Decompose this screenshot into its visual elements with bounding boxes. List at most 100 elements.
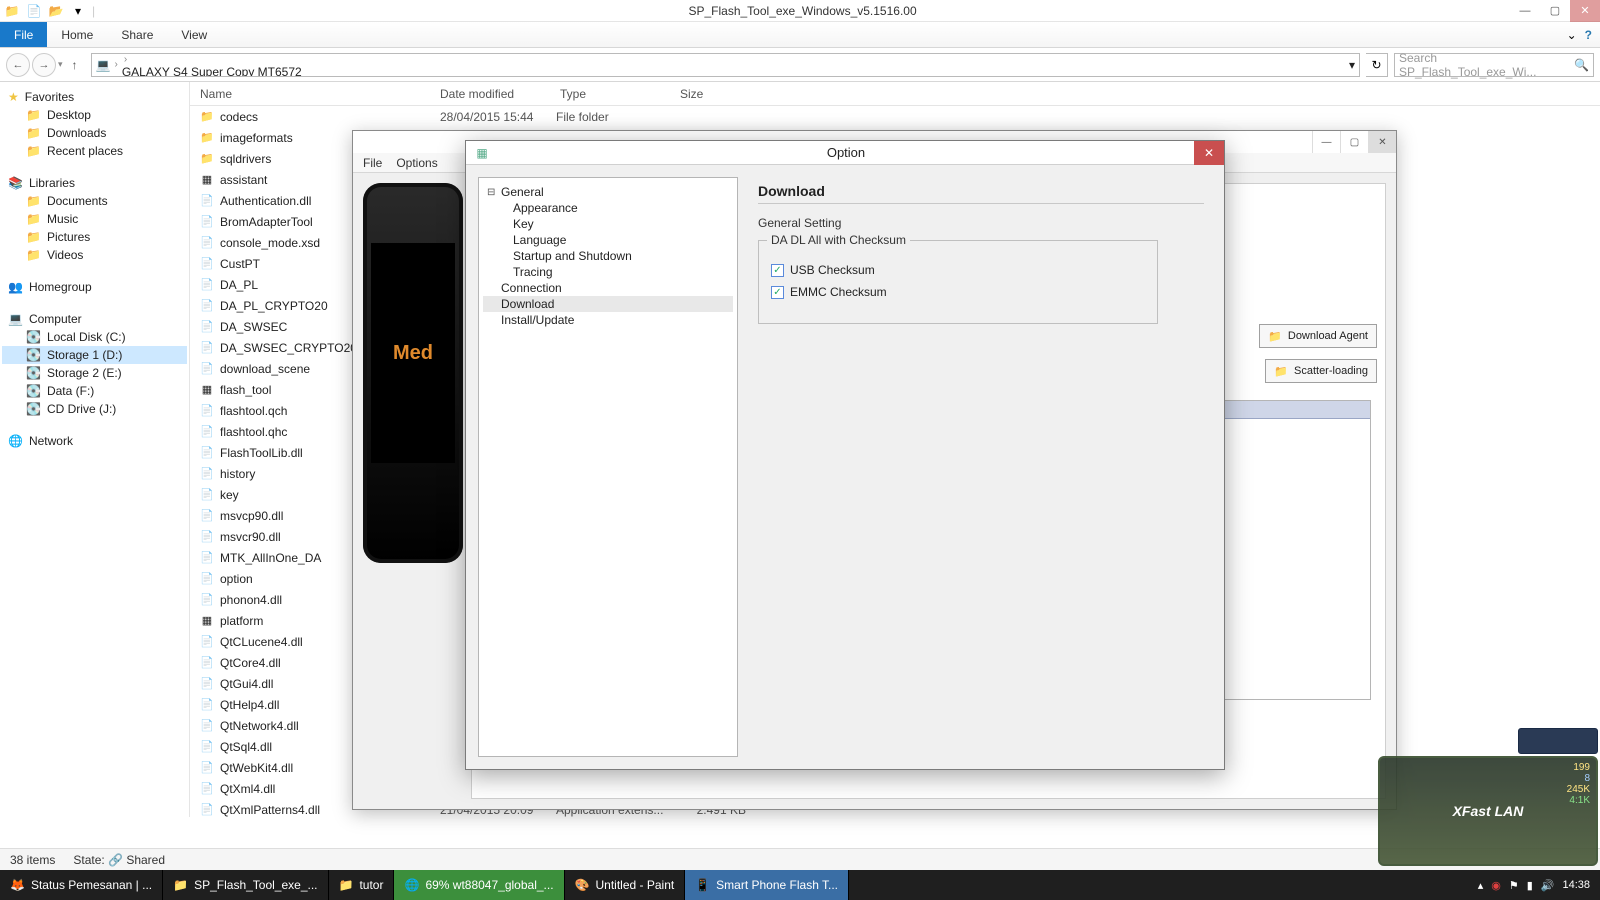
chevron-right-icon[interactable]: › [122, 54, 129, 65]
nav-item[interactable]: 📁Desktop [2, 106, 187, 124]
collapse-icon[interactable]: ⊟ [487, 187, 497, 198]
folder-icon: 📁 [26, 194, 41, 208]
emmc-checksum-row[interactable]: ✓ EMMC Checksum [771, 285, 1145, 299]
option-tree: ⊟General Appearance Key Language Startup… [478, 177, 738, 757]
taskbar-item[interactable]: 📱Smart Phone Flash T... [685, 870, 849, 900]
nav-item[interactable]: 💽Local Disk (C:) [2, 328, 187, 346]
nav-item[interactable]: 💽Storage 2 (E:) [2, 364, 187, 382]
taskbar-item[interactable]: 🦊Status Pemesanan | ... [0, 870, 163, 900]
tree-key[interactable]: Key [483, 216, 733, 232]
col-type[interactable]: Type [560, 87, 680, 101]
close-button[interactable]: ✕ [1570, 0, 1600, 22]
explorer-titlebar: 📁 📄 📂 ▾ | SP_Flash_Tool_exe_Windows_v5.1… [0, 0, 1600, 22]
file-icon: 📄 [200, 803, 214, 817]
taskbar-item[interactable]: 📁SP_Flash_Tool_exe_... [163, 870, 328, 900]
nav-item[interactable]: 💽CD Drive (J:) [2, 400, 187, 418]
nav-item[interactable]: 💽Storage 1 (D:) [2, 346, 187, 364]
favorites-group[interactable]: ★Favorites [2, 88, 187, 106]
file-row[interactable]: 📁codecs28/04/2015 15:44File folder [190, 106, 1600, 127]
forward-button[interactable]: → [32, 53, 56, 77]
taskbar-item[interactable]: 🎨Untitled - Paint [565, 870, 686, 900]
file-icon: 📄 [200, 488, 214, 502]
ribbon-tab-view[interactable]: View [167, 22, 221, 47]
computer-icon: 💻 [8, 312, 23, 326]
up-button[interactable]: ↑ [65, 55, 85, 75]
file-icon: 📄 [200, 320, 214, 334]
help-icon[interactable]: ? [1585, 28, 1592, 42]
checkbox-checked-icon[interactable]: ✓ [771, 264, 784, 277]
nav-item[interactable]: 💽Data (F:) [2, 382, 187, 400]
tree-startup[interactable]: Startup and Shutdown [483, 248, 733, 264]
homegroup-group[interactable]: 👥Homegroup [2, 278, 187, 296]
taskbar-item[interactable]: 📁tutor [329, 870, 395, 900]
scatter-loading-button[interactable]: 📁Scatter-loading [1265, 359, 1377, 383]
drive-icon: 💽 [26, 402, 41, 416]
col-size[interactable]: Size [680, 87, 760, 101]
file-icon: 📁 [200, 131, 214, 145]
drive-icon: 💽 [26, 348, 41, 362]
libraries-group[interactable]: 📚Libraries [2, 174, 187, 192]
folder-icon: 📁 [26, 248, 41, 262]
download-agent-button[interactable]: 📁Download Agent [1259, 324, 1377, 348]
tray-volume-icon[interactable]: 🔊 [1541, 879, 1555, 892]
chevron-down-icon[interactable]: ▾ [1349, 58, 1355, 72]
chevron-down-icon[interactable]: ⌄ [1567, 28, 1577, 42]
ribbon-tab-home[interactable]: Home [47, 22, 107, 47]
tray-chevron-icon[interactable]: ▴ [1478, 879, 1484, 892]
nav-item[interactable]: 📁Pictures [2, 228, 187, 246]
tree-download[interactable]: Download [483, 296, 733, 312]
spft-maximize[interactable]: ▢ [1340, 131, 1368, 153]
file-icon: 📄 [200, 236, 214, 250]
file-icon: 📄 [200, 509, 214, 523]
computer-group[interactable]: 💻Computer [2, 310, 187, 328]
nav-item[interactable]: 📁Downloads [2, 124, 187, 142]
new-folder-icon[interactable]: 📂 [48, 3, 64, 19]
history-dropdown-icon[interactable]: ▾ [58, 59, 63, 70]
nav-item[interactable]: 📁Documents [2, 192, 187, 210]
address-bar[interactable]: 💻 › Computer›Storage 1 (D:)›Android Firm… [91, 53, 1360, 77]
tree-tracing[interactable]: Tracing [483, 264, 733, 280]
tray-security-icon[interactable]: ◉ [1491, 879, 1501, 892]
option-close-button[interactable]: ✕ [1194, 141, 1224, 165]
nav-item[interactable]: 📁Music [2, 210, 187, 228]
tree-connection[interactable]: Connection [483, 280, 733, 296]
col-date[interactable]: Date modified [440, 87, 560, 101]
file-icon: 📄 [200, 719, 214, 733]
ribbon-tab-file[interactable]: File [0, 22, 47, 47]
tray-clock[interactable]: 14:38 [1562, 879, 1590, 891]
system-tray[interactable]: ▴ ◉ ⚑ ▮ 🔊 14:38 [1468, 870, 1600, 900]
breadcrumb[interactable]: GALAXY S4 Super Copy MT6572 [122, 65, 350, 77]
navigation-pane: ★Favorites 📁Desktop📁Downloads📁Recent pla… [0, 82, 190, 817]
minimize-button[interactable]: — [1510, 0, 1540, 22]
ribbon-tab-share[interactable]: Share [107, 22, 167, 47]
maximize-button[interactable]: ▢ [1540, 0, 1570, 22]
spft-close[interactable]: ✕ [1368, 131, 1396, 153]
option-subheading: General Setting [758, 216, 1204, 230]
tree-general[interactable]: ⊟General [483, 184, 733, 200]
search-icon: 🔍 [1574, 58, 1589, 72]
tree-install[interactable]: Install/Update [483, 312, 733, 328]
tree-appearance[interactable]: Appearance [483, 200, 733, 216]
usb-checksum-row[interactable]: ✓ USB Checksum [771, 263, 1145, 277]
tray-flag-icon[interactable]: ⚑ [1509, 879, 1519, 892]
checkbox-checked-icon[interactable]: ✓ [771, 286, 784, 299]
nav-item[interactable]: 📁Videos [2, 246, 187, 264]
spft-menu-file[interactable]: File [363, 156, 382, 170]
tray-network-icon[interactable]: ▮ [1527, 879, 1533, 892]
file-icon: 📄 [200, 278, 214, 292]
app-icon: 🎨 [575, 878, 590, 892]
spft-menu-options[interactable]: Options [396, 156, 437, 170]
search-input[interactable]: Search SP_Flash_Tool_exe_Wi... 🔍 [1394, 53, 1594, 77]
properties-icon[interactable]: 📄 [26, 3, 42, 19]
chevron-down-icon[interactable]: ▾ [70, 3, 86, 19]
spft-minimize[interactable]: — [1312, 131, 1340, 153]
tree-language[interactable]: Language [483, 232, 733, 248]
file-icon: 📄 [200, 215, 214, 229]
nav-item[interactable]: 📁Recent places [2, 142, 187, 160]
refresh-button[interactable]: ↻ [1366, 53, 1388, 77]
option-title: Option [498, 145, 1194, 160]
network-group[interactable]: 🌐Network [2, 432, 187, 450]
taskbar-item[interactable]: 🌐69% wt88047_global_... [394, 870, 564, 900]
col-name[interactable]: Name [190, 87, 440, 101]
back-button[interactable]: ← [6, 53, 30, 77]
